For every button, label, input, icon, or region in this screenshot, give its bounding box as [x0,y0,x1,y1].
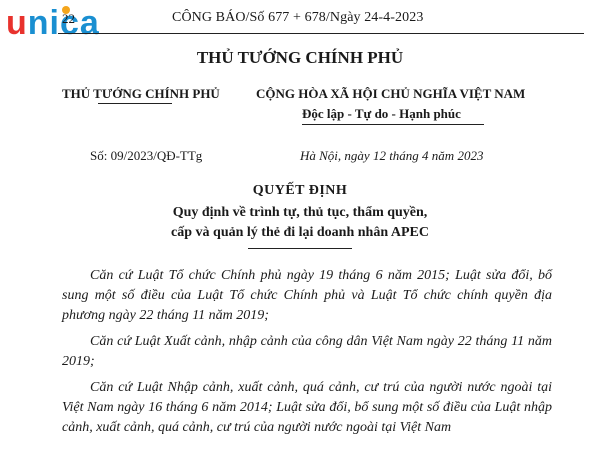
national-motto: Độc lập - Tự do - Hạnh phúc [302,106,461,121]
logo-letter-u: u [6,4,28,42]
subject-line-2: cấp và quản lý thẻ đi lại doanh nhân APE… [171,225,429,240]
decision-subject: Quy định về trình tự, thủ tục, thẩm quyề… [0,203,600,243]
unica-logo: unica [6,4,116,42]
header-rule [58,33,584,34]
preamble-paragraph: Căn cứ Luật Xuất cảnh, nhập cảnh của côn… [62,334,552,369]
preamble-body: Căn cứ Luật Tổ chức Chính phủ ngày 19 th… [62,266,552,444]
issuer-name: THỦ TƯỚNG CHÍNH PHỦ [62,86,220,101]
subject-line-1: Quy định về trình tự, thủ tục, thẩm quyề… [172,205,428,220]
preamble-paragraph: Căn cứ Luật Nhập cảnh, xuất cảnh, quá cả… [62,380,552,435]
motto-underline [302,124,484,125]
preamble-paragraph: Căn cứ Luật Tổ chức Chính phủ ngày 19 th… [62,268,552,323]
issuer-title: THỦ TƯỚNG CHÍNH PHỦ [196,48,404,67]
document-number: Số: 09/2023/QĐ-TTg [90,148,203,163]
page-number: 22 [62,11,75,26]
place-and-date: Hà Nội, ngày 12 tháng 4 năm 2023 [300,148,484,163]
gazette-header: CÔNG BÁO/Số 677 + 678/Ngày 24-4-2023 [172,10,424,25]
country-name: CỘNG HÒA XÃ HỘI CHỦ NGHĨA VIỆT NAM [256,86,526,101]
subject-underline [248,248,352,249]
decision-title: QUYẾT ĐỊNH [252,183,348,198]
issuer-underline [98,103,172,104]
